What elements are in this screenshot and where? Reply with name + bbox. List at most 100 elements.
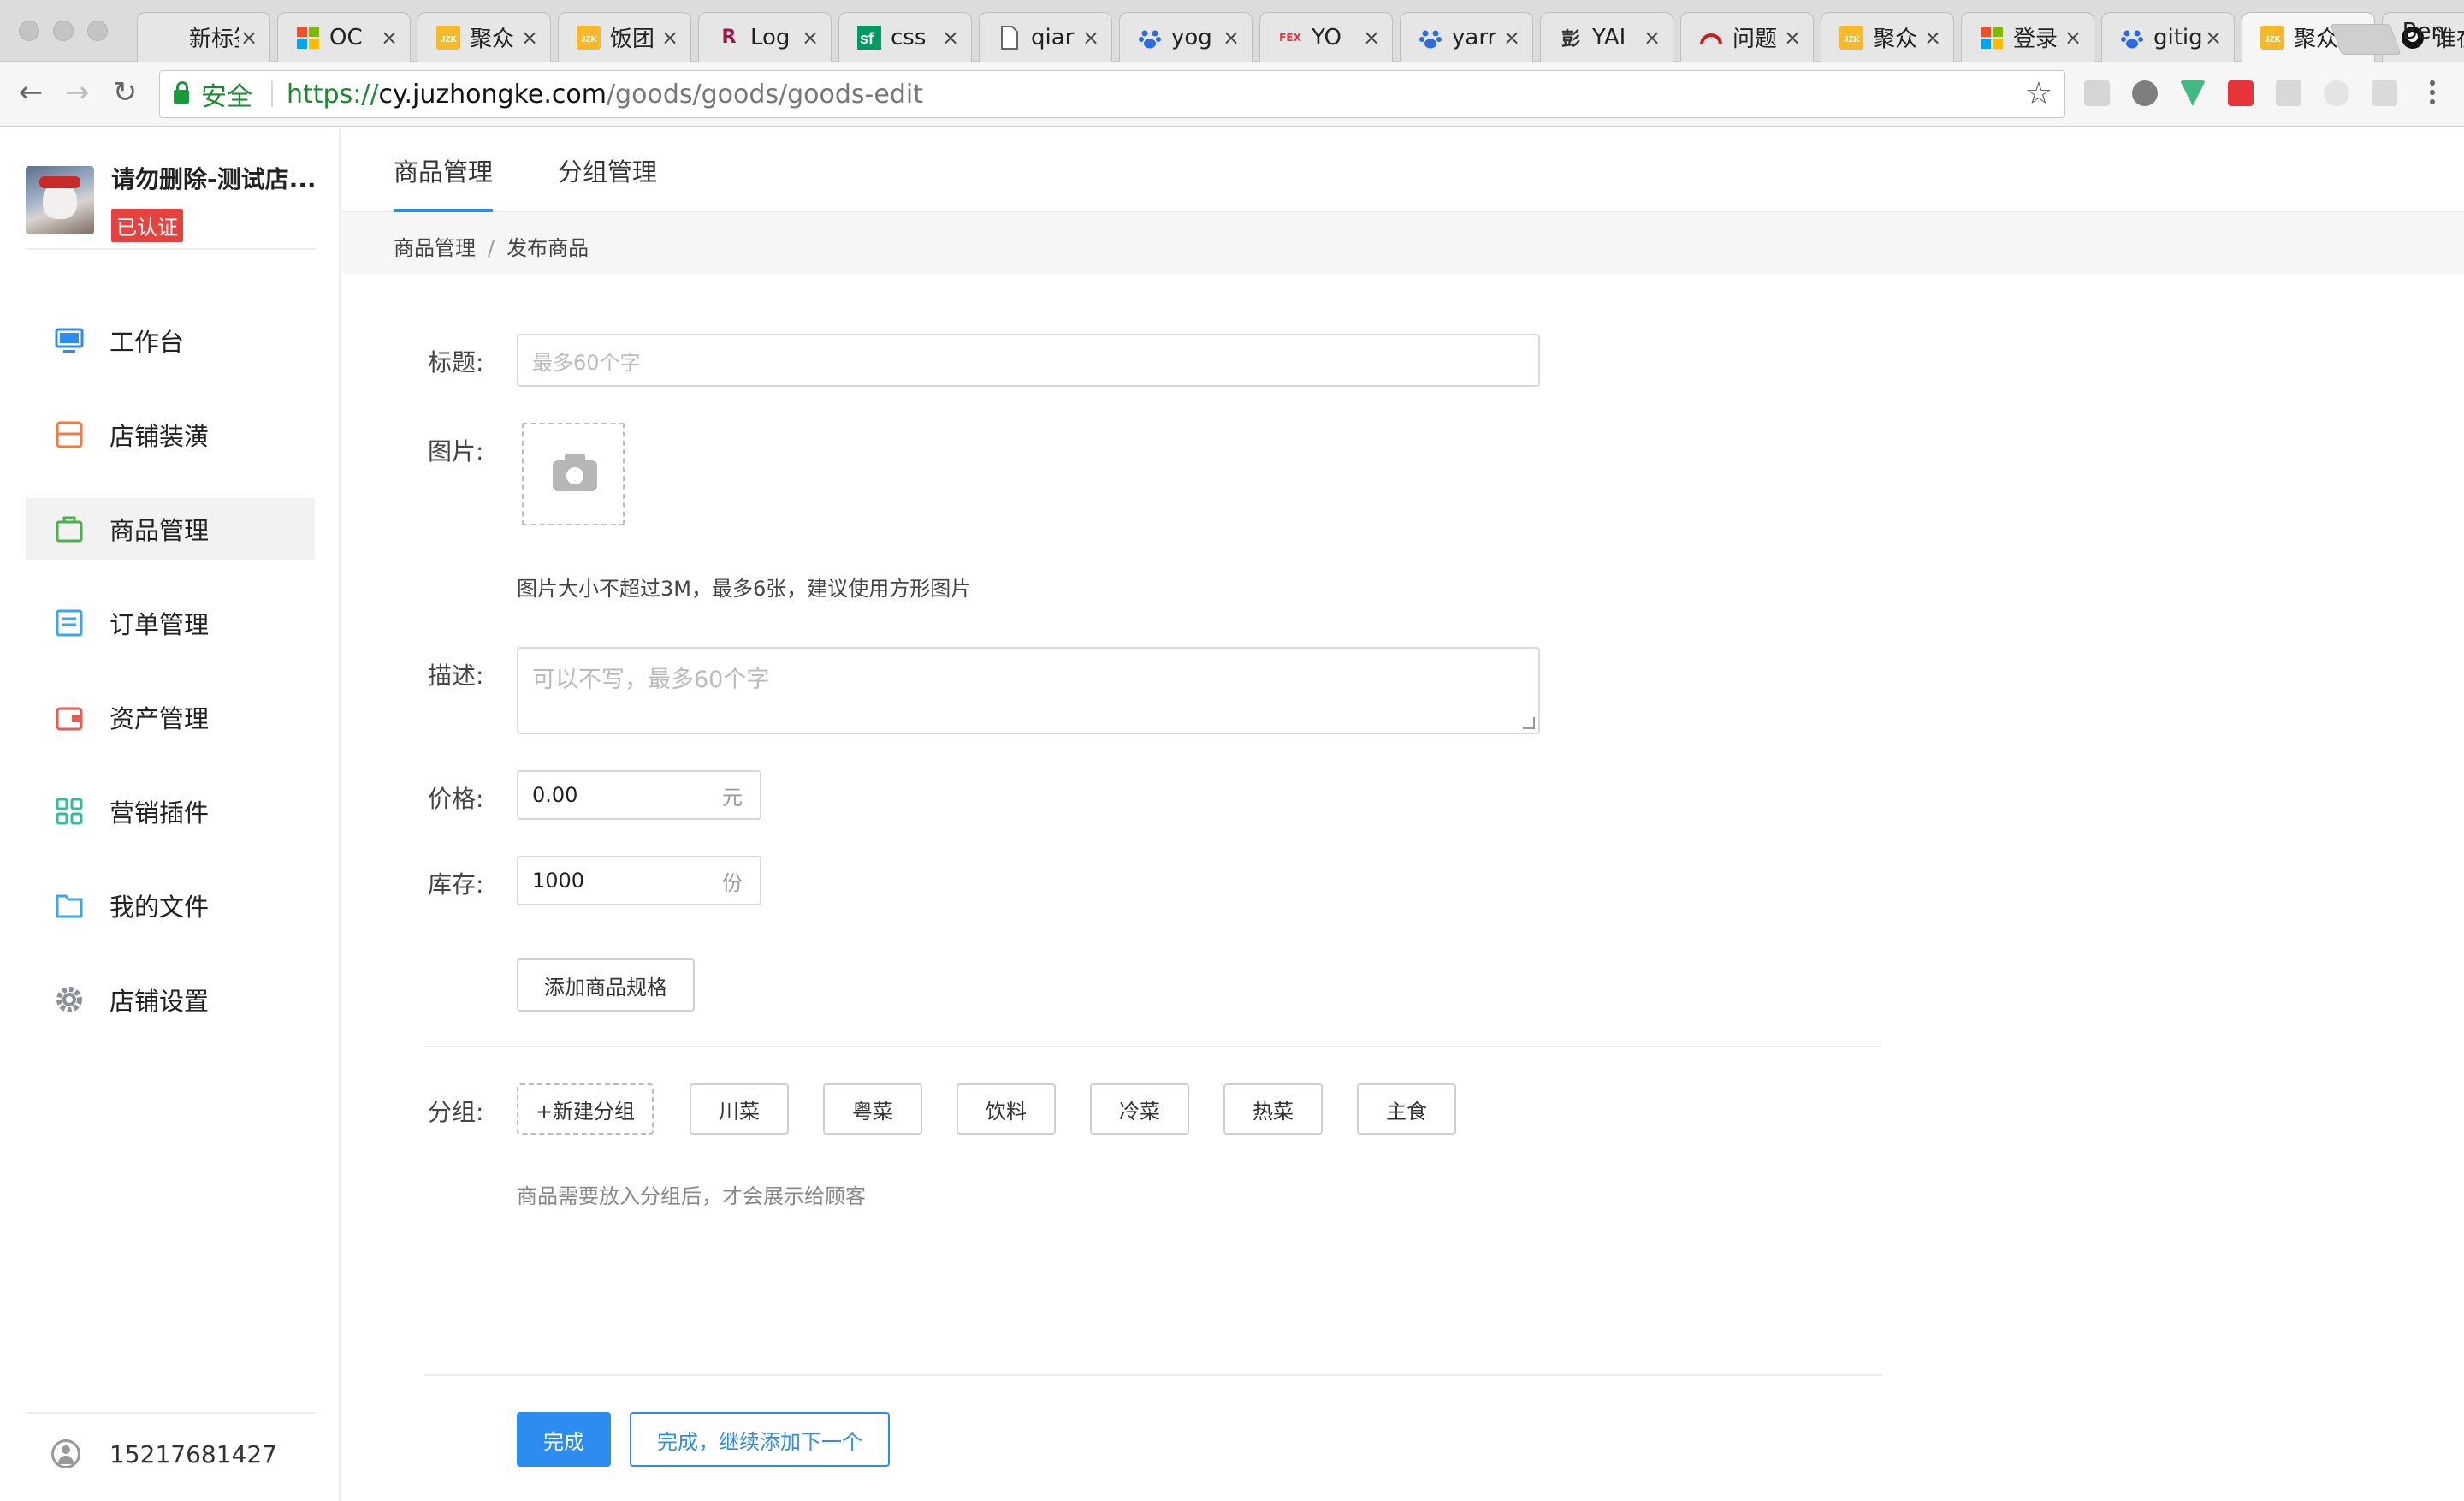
- verified-badge: 已认证: [111, 209, 183, 242]
- browser-tab[interactable]: qiar ×: [979, 12, 1112, 62]
- close-tab-icon[interactable]: ×: [239, 26, 259, 50]
- sidebar-item-7[interactable]: 店铺设置: [26, 969, 315, 1030]
- url-protocol: https://: [287, 79, 379, 110]
- title-input[interactable]: 最多60个字: [517, 334, 1540, 387]
- back-icon[interactable]: ←: [14, 75, 48, 110]
- group-option[interactable]: 饮料: [957, 1083, 1056, 1135]
- juzhong-icon: JZK: [1839, 25, 1864, 50]
- browser-tab[interactable]: 登录 ×: [1961, 12, 2094, 62]
- browser-tab[interactable]: yarr ×: [1400, 12, 1533, 62]
- close-tab-icon[interactable]: ×: [379, 26, 400, 50]
- sidebar-item-0[interactable]: 工作台: [26, 310, 315, 371]
- description-placeholder: 可以不写，最多60个字: [532, 667, 770, 693]
- image-upload[interactable]: [522, 423, 625, 525]
- new-group-button[interactable]: +新建分组: [517, 1083, 654, 1135]
- close-tab-icon[interactable]: ×: [1081, 26, 1101, 50]
- close-tab-icon[interactable]: ×: [1782, 26, 1803, 50]
- price-value: 0.00: [532, 783, 578, 807]
- close-tab-icon[interactable]: ×: [940, 26, 961, 50]
- sidebar-item-1[interactable]: 店铺装潢: [26, 404, 315, 466]
- resize-handle[interactable]: [1523, 717, 1535, 729]
- close-tab-icon[interactable]: ×: [2203, 26, 2224, 50]
- window-zoom-button[interactable]: [87, 21, 108, 41]
- group-option[interactable]: 冷菜: [1090, 1083, 1189, 1135]
- browser-tab[interactable]: 新标签页×: [137, 12, 270, 62]
- group-option[interactable]: 粤菜: [823, 1083, 922, 1135]
- wallet-icon: [55, 703, 84, 732]
- extension-tree-icon[interactable]: [2372, 80, 2397, 106]
- tab-group-management[interactable]: 分组管理: [558, 152, 657, 212]
- group-option[interactable]: 热菜: [1223, 1083, 1323, 1135]
- close-tab-icon[interactable]: ×: [1361, 26, 1382, 50]
- image-hint: 图片大小不超过3M，最多6张，建议使用方形图片: [517, 577, 972, 601]
- sidebar-item-5[interactable]: 营销插件: [26, 780, 315, 842]
- browser-tab-title: 问题: [1732, 27, 1778, 52]
- browser-tab[interactable]: sf css ×: [838, 12, 972, 62]
- camera-icon: [553, 454, 597, 491]
- gear-icon: [55, 985, 84, 1014]
- breadcrumb-goods[interactable]: 商品管理: [394, 236, 476, 260]
- group-hint: 商品需要放入分组后，才会展示给顾客: [517, 1184, 866, 1208]
- browser-tab[interactable]: 彭 YAI ×: [1540, 12, 1673, 62]
- browser-toolbar: ← → ↻ 安全 https:// cy.juzhongke.com /good…: [0, 62, 2464, 127]
- close-tab-icon[interactable]: ×: [1922, 26, 1943, 50]
- title-label: 标题:: [428, 348, 484, 377]
- extension-grid-icon[interactable]: [2276, 80, 2301, 106]
- close-tab-icon[interactable]: ×: [1502, 26, 1522, 50]
- lock-icon: [174, 81, 189, 104]
- close-tab-icon[interactable]: ×: [800, 26, 820, 50]
- description-textarea[interactable]: 可以不写，最多60个字: [517, 647, 1540, 734]
- profile-name[interactable]: Ben: [2402, 19, 2445, 44]
- user-account[interactable]: 15217681427: [26, 1412, 317, 1468]
- sidebar-item-label: 店铺装潢: [110, 422, 210, 451]
- close-tab-icon[interactable]: ×: [1221, 26, 1241, 50]
- browser-tab[interactable]: 问题 ×: [1680, 12, 1814, 62]
- bag-icon: [55, 514, 84, 543]
- new-tab-button[interactable]: [2330, 24, 2402, 55]
- browser-tab[interactable]: gitig ×: [2101, 12, 2235, 62]
- sidebar-item-3[interactable]: 订单管理: [26, 592, 315, 654]
- sidebar-item-6[interactable]: 我的文件: [26, 875, 315, 936]
- extension-layout-icon[interactable]: [2084, 80, 2110, 106]
- close-tab-icon[interactable]: ×: [660, 26, 680, 50]
- browser-tab[interactable]: yog ×: [1119, 12, 1253, 62]
- close-tab-icon[interactable]: ×: [2063, 26, 2083, 50]
- browser-tab[interactable]: JZK 聚众×: [418, 12, 551, 62]
- reload-icon[interactable]: ↻: [108, 75, 142, 110]
- divider: [424, 1046, 1882, 1047]
- browser-tab[interactable]: JZK 饭团 ×: [558, 12, 691, 62]
- main-content: 商品管理 分组管理 商品管理 / 发布商品 标题: 最多60个字 图片: 图片大小不…: [342, 127, 2464, 1501]
- forward-icon[interactable]: →: [60, 75, 94, 110]
- browser-menu-icon[interactable]: [2428, 80, 2437, 110]
- browser-tab[interactable]: FEX YO ×: [1259, 12, 1393, 62]
- breadcrumb: 商品管理 / 发布商品: [342, 212, 2464, 274]
- close-tab-icon[interactable]: ×: [519, 26, 540, 50]
- svg-text:JZK: JZK: [581, 35, 598, 44]
- close-tab-icon[interactable]: ×: [1642, 26, 1662, 50]
- sidebar-item-2[interactable]: 商品管理: [26, 498, 315, 560]
- submit-next-button[interactable]: 完成，继续添加下一个: [630, 1412, 890, 1467]
- baidu-icon: [1137, 25, 1163, 50]
- window-minimize-button[interactable]: [53, 21, 74, 41]
- baidu-icon: [1418, 25, 1443, 50]
- tab-goods-management[interactable]: 商品管理: [394, 152, 494, 212]
- extension-circle-icon[interactable]: [2324, 80, 2349, 106]
- address-bar[interactable]: 安全 https:// cy.juzhongke.com /goods/good…: [159, 70, 2065, 118]
- stock-input[interactable]: 1000 份: [517, 856, 761, 905]
- group-option[interactable]: 川菜: [690, 1083, 789, 1135]
- extension-fe-icon[interactable]: [2228, 80, 2254, 106]
- add-spec-button[interactable]: 添加商品规格: [517, 958, 695, 1012]
- price-input[interactable]: 0.00 元: [517, 770, 761, 820]
- sidebar-item-4[interactable]: 资产管理: [26, 686, 315, 748]
- bookmark-star-icon[interactable]: ☆: [2025, 76, 2052, 111]
- submit-button[interactable]: 完成: [517, 1412, 611, 1467]
- browser-tab-title: 新标签页: [189, 27, 239, 52]
- browser-tab[interactable]: R Log ×: [698, 12, 832, 62]
- window-close-button[interactable]: [19, 21, 39, 41]
- extension-evernote-icon[interactable]: [2132, 80, 2158, 106]
- group-option[interactable]: 主食: [1357, 1083, 1456, 1135]
- shop-header[interactable]: 请勿删除-测试店... 已认证: [26, 165, 317, 250]
- browser-tab[interactable]: JZK 聚众×: [1821, 12, 1954, 62]
- browser-tab[interactable]: OC ×: [277, 12, 411, 62]
- extension-vue-icon[interactable]: [2180, 80, 2206, 106]
